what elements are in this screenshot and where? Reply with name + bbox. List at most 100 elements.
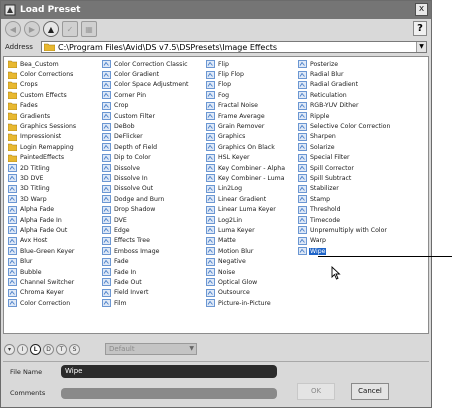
- folder-item[interactable]: PaintedEffects: [8, 153, 77, 163]
- preset-item[interactable]: Radial Gradient: [298, 80, 391, 90]
- help-button[interactable]: ?: [413, 21, 427, 36]
- chevron-down-icon[interactable]: ▼: [416, 42, 426, 52]
- preset-item[interactable]: Radial Blur: [298, 69, 391, 79]
- preset-item[interactable]: Reticulation: [298, 90, 391, 100]
- preset-item[interactable]: Fade In: [102, 267, 189, 277]
- view-mode-button[interactable]: L: [30, 343, 41, 355]
- preset-item[interactable]: HSL Keyer: [206, 153, 286, 163]
- folder-item[interactable]: Bea_Custom: [8, 59, 77, 69]
- preset-item[interactable]: DVE: [102, 215, 189, 225]
- preset-item[interactable]: Timecode: [298, 215, 391, 225]
- checkmark-icon[interactable]: ✓: [62, 21, 78, 37]
- folder-item[interactable]: Graphics Sessions: [8, 121, 77, 131]
- preset-item[interactable]: Log2Lin: [206, 215, 286, 225]
- preset-item[interactable]: 3D Warp: [8, 194, 77, 204]
- view-mode-button[interactable]: T: [56, 343, 67, 355]
- folder-item[interactable]: Impressionist: [8, 132, 77, 142]
- preset-item[interactable]: DeBob: [102, 121, 189, 131]
- close-button[interactable]: x: [415, 3, 428, 16]
- preset-item[interactable]: Crop: [102, 101, 189, 111]
- grid-view-icon[interactable]: ▦: [81, 21, 97, 37]
- folder-item[interactable]: Crops: [8, 80, 77, 90]
- preset-item[interactable]: Matte: [206, 236, 286, 246]
- preset-item[interactable]: 3D DVE: [8, 173, 77, 183]
- preset-item[interactable]: Spill Subtract: [298, 173, 391, 183]
- file-name-field[interactable]: Wipe: [61, 365, 277, 378]
- preset-item[interactable]: Fade: [102, 256, 189, 266]
- preset-item[interactable]: Effects Tree: [102, 236, 189, 246]
- preset-item[interactable]: Optical Glow: [206, 277, 286, 287]
- preset-item[interactable]: Custom Filter: [102, 111, 189, 121]
- preset-item[interactable]: Picture-in-Picture: [206, 298, 286, 308]
- preset-item[interactable]: Field Invert: [102, 288, 189, 298]
- view-select[interactable]: Default ▼: [105, 343, 197, 355]
- cancel-button[interactable]: Cancel: [351, 383, 389, 400]
- preset-item[interactable]: Bubble: [8, 267, 77, 277]
- preset-item[interactable]: Edge: [102, 225, 189, 235]
- preset-item[interactable]: Blur: [8, 256, 77, 266]
- preset-item[interactable]: DeFlicker: [102, 132, 189, 142]
- preset-item[interactable]: Motion Blur: [206, 246, 286, 256]
- preset-item[interactable]: Channel Switcher: [8, 277, 77, 287]
- folder-item[interactable]: Login Remapping: [8, 142, 77, 152]
- preset-item[interactable]: Grain Remover: [206, 121, 286, 131]
- preset-item[interactable]: Key Combiner - Luma: [206, 173, 286, 183]
- preset-item[interactable]: Avx Host: [8, 236, 77, 246]
- preset-item[interactable]: Graphics On Black: [206, 142, 286, 152]
- preset-item[interactable]: Color Correction: [8, 298, 77, 308]
- preset-item[interactable]: Emboss Image: [102, 246, 189, 256]
- preset-item[interactable]: Drop Shadow: [102, 204, 189, 214]
- preset-item[interactable]: Linear Gradient: [206, 194, 286, 204]
- preset-item[interactable]: Solarize: [298, 142, 391, 152]
- preset-item[interactable]: Color Gradient: [102, 69, 189, 79]
- preset-item[interactable]: Negative: [206, 256, 286, 266]
- preset-item[interactable]: Flop: [206, 80, 286, 90]
- preset-item[interactable]: Wipe: [298, 246, 391, 256]
- preset-item[interactable]: Unpremultiply with Color: [298, 225, 391, 235]
- preset-item[interactable]: Stamp: [298, 194, 391, 204]
- preset-item[interactable]: Blue-Green Keyer: [8, 246, 77, 256]
- preset-item[interactable]: Dodge and Burn: [102, 194, 189, 204]
- ok-button[interactable]: OK: [297, 383, 335, 400]
- preset-item[interactable]: Dissolve Out: [102, 184, 189, 194]
- preset-item[interactable]: 3D Titling: [8, 184, 77, 194]
- address-field[interactable]: C:\Program Files\Avid\DS v7.5\DSPresets\…: [41, 41, 427, 53]
- preset-item[interactable]: Stabilizer: [298, 184, 391, 194]
- preset-item[interactable]: Outsource: [206, 288, 286, 298]
- folder-item[interactable]: Custom Effects: [8, 90, 77, 100]
- preset-item[interactable]: Threshold: [298, 204, 391, 214]
- back-icon[interactable]: ◀: [5, 21, 21, 37]
- preset-item[interactable]: Color Correction Classic: [102, 59, 189, 69]
- preset-item[interactable]: Noise: [206, 267, 286, 277]
- up-icon[interactable]: ▲: [43, 21, 59, 37]
- view-mode-button[interactable]: D: [43, 343, 54, 355]
- preset-item[interactable]: Corner Pin: [102, 90, 189, 100]
- preset-item[interactable]: Graphics: [206, 132, 286, 142]
- preset-item[interactable]: Luma Keyer: [206, 225, 286, 235]
- preset-item[interactable]: Chroma Keyer: [8, 288, 77, 298]
- view-mode-button[interactable]: S: [69, 343, 80, 355]
- preset-item[interactable]: Film: [102, 298, 189, 308]
- preset-item[interactable]: Dissolve In: [102, 173, 189, 183]
- preset-item[interactable]: Alpha Fade In: [8, 215, 77, 225]
- forward-icon[interactable]: ▶: [24, 21, 40, 37]
- preset-item[interactable]: Spill Corrector: [298, 163, 391, 173]
- preset-item[interactable]: Fog: [206, 90, 286, 100]
- preset-item[interactable]: Dip to Color: [102, 153, 189, 163]
- preset-item[interactable]: Warp: [298, 236, 391, 246]
- folder-item[interactable]: Fades: [8, 101, 77, 111]
- view-mode-button[interactable]: ▾: [4, 343, 15, 355]
- preset-item[interactable]: Selective Color Correction: [298, 121, 391, 131]
- view-mode-button[interactable]: I: [17, 343, 28, 355]
- folder-item[interactable]: Gradients: [8, 111, 77, 121]
- preset-item[interactable]: Flip Flop: [206, 69, 286, 79]
- preset-item[interactable]: Fade Out: [102, 277, 189, 287]
- preset-item[interactable]: Fractal Noise: [206, 101, 286, 111]
- preset-item[interactable]: Alpha Fade Out: [8, 225, 77, 235]
- preset-item[interactable]: Posterize: [298, 59, 391, 69]
- preset-item[interactable]: Key Combiner - Alpha: [206, 163, 286, 173]
- title-bar[interactable]: Load Preset x: [1, 1, 431, 19]
- preset-item[interactable]: 2D Titling: [8, 163, 77, 173]
- preset-item[interactable]: Linear Luma Keyer: [206, 204, 286, 214]
- preset-item[interactable]: Lin2Log: [206, 184, 286, 194]
